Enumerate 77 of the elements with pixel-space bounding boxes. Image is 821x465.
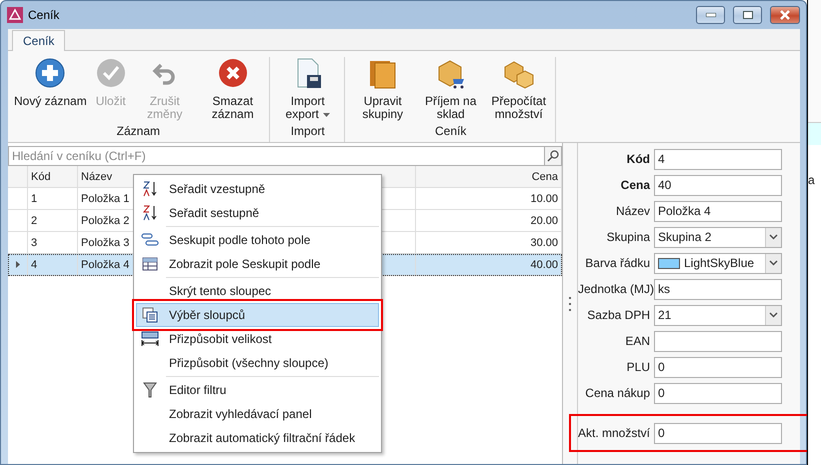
sort-ascending-icon bbox=[142, 180, 158, 198]
field-label: Sazba DPH bbox=[586, 308, 650, 322]
input-field[interactable]: 40 bbox=[654, 174, 782, 196]
table-cell: 20.00 bbox=[416, 210, 562, 231]
ribbon-button[interactable]: Smazat záznam bbox=[198, 57, 267, 124]
ribbon-button[interactable]: Přepočítat množství bbox=[484, 57, 553, 124]
minimize-icon bbox=[706, 13, 716, 17]
maximize-icon bbox=[742, 11, 752, 19]
table-cell: 10.00 bbox=[416, 188, 562, 209]
field-label: EAN bbox=[624, 334, 650, 348]
dropdown-field[interactable]: LightSkyBlue bbox=[654, 252, 782, 274]
menu-item[interactable]: Zobrazit vyhledávací panel bbox=[136, 402, 379, 426]
input-field[interactable] bbox=[654, 330, 782, 352]
window-title: Ceník bbox=[28, 8, 60, 22]
menu-item[interactable]: Přizpůsobit (všechny sloupce) bbox=[136, 351, 379, 375]
table-cell: 1 bbox=[28, 188, 78, 209]
group-caption: Záznam bbox=[116, 124, 162, 140]
menu-item[interactable]: Skrýt tento sloupec bbox=[136, 279, 379, 303]
input-field[interactable]: ks bbox=[654, 278, 782, 300]
chevron-down-icon bbox=[769, 234, 778, 240]
input-field[interactable]: 0 bbox=[654, 356, 782, 378]
column-header[interactable]: Kód bbox=[28, 166, 78, 187]
dropdown-button[interactable] bbox=[765, 306, 781, 324]
checkmark-icon bbox=[94, 57, 127, 89]
filter-icon bbox=[143, 382, 157, 398]
delete-icon bbox=[216, 57, 249, 89]
menu-item[interactable]: Zobrazit automatický filtrační řádek bbox=[136, 426, 379, 450]
background-window-text: a bbox=[808, 172, 816, 187]
group-caption: Ceník bbox=[434, 124, 468, 140]
menu-item[interactable]: Zobrazit pole Seskupit podle bbox=[136, 252, 379, 276]
search-field[interactable]: Hledání v ceníku (Ctrl+F) bbox=[8, 146, 544, 166]
row-pointer-icon bbox=[16, 261, 20, 268]
ribbon-button[interactable]: Příjem na sklad bbox=[416, 57, 485, 124]
chevron-down-icon bbox=[769, 260, 778, 266]
column-chooser-icon bbox=[142, 307, 158, 323]
input-field[interactable]: Položka 4 bbox=[654, 200, 782, 222]
sort-descending-icon bbox=[142, 204, 158, 222]
table-cell: 40.00 bbox=[416, 254, 562, 275]
field-label: Barva řádku bbox=[584, 256, 650, 270]
table-cell: 4 bbox=[28, 254, 78, 275]
ribbon-button[interactable]: Nový záznam bbox=[10, 57, 91, 124]
chevron-down-icon bbox=[769, 312, 778, 318]
table-cell: 3 bbox=[28, 232, 78, 253]
plus-icon bbox=[34, 57, 66, 89]
dropdown-field[interactable]: 21 bbox=[654, 304, 782, 326]
menu-item[interactable]: Přizpůsobit velikost bbox=[136, 327, 379, 351]
close-button[interactable] bbox=[770, 6, 800, 24]
app-logo-icon bbox=[7, 7, 23, 23]
group-caption: Import bbox=[290, 124, 326, 140]
column-header[interactable]: Cena bbox=[416, 166, 562, 187]
best-fit-icon bbox=[141, 331, 159, 347]
search-button[interactable] bbox=[544, 146, 562, 166]
ribbon-tab[interactable]: Ceník bbox=[12, 30, 66, 51]
ribbon-button[interactable]: Import export bbox=[274, 57, 342, 124]
input-field[interactable]: 0 bbox=[654, 382, 782, 404]
dropdown-field[interactable]: Skupina 2 bbox=[654, 226, 782, 248]
search-icon bbox=[547, 150, 559, 162]
ribbon-button[interactable]: Upravit skupiny bbox=[348, 57, 417, 124]
field-label: Skupina bbox=[606, 230, 650, 244]
dropdown-button[interactable] bbox=[765, 254, 781, 272]
table-cell: 2 bbox=[28, 210, 78, 231]
field-label: Cena nákup bbox=[584, 386, 650, 400]
input-field[interactable]: 4 bbox=[654, 148, 782, 170]
minimize-button[interactable] bbox=[696, 6, 725, 24]
maximize-button[interactable] bbox=[733, 6, 762, 24]
field-label: Název bbox=[614, 204, 650, 218]
close-icon bbox=[779, 10, 791, 20]
dropdown-button[interactable] bbox=[765, 228, 781, 246]
field-label: Cena bbox=[620, 178, 650, 192]
input-field[interactable]: 0 bbox=[654, 422, 782, 444]
field-label: Akt. množství bbox=[578, 426, 650, 440]
table-icon bbox=[142, 257, 158, 271]
menu-item[interactable]: Editor filtru bbox=[136, 378, 379, 402]
field-label: PLU bbox=[626, 360, 650, 374]
group-icon bbox=[141, 233, 159, 247]
table-cell: 30.00 bbox=[416, 232, 562, 253]
field-label: Kód bbox=[626, 152, 650, 166]
